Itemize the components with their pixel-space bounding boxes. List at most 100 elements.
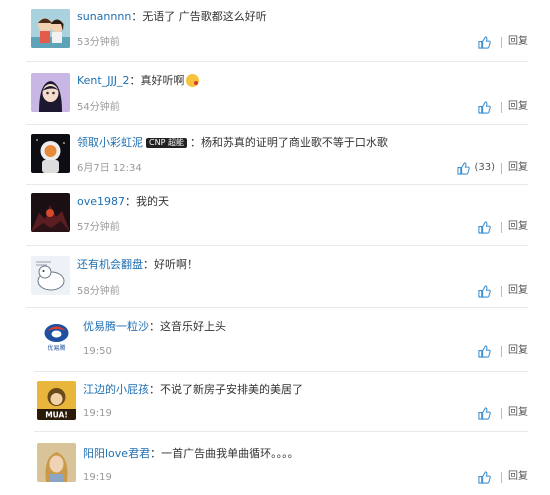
comment-line: 江边的小屁孩：不说了新房子安排美的美居了 (83, 383, 303, 397)
anime-girl-avatar-icon (31, 73, 70, 112)
cartoon-couple-avatar-icon (31, 9, 70, 48)
username-link[interactable]: 还有机会翻盘 (77, 258, 143, 271)
reply-button[interactable]: 回复 (508, 471, 528, 482)
action-divider (501, 345, 502, 357)
avatar[interactable] (31, 73, 70, 112)
comment-text: 这音乐好上头 (160, 320, 226, 333)
username-link[interactable]: 领取小彩虹泥 (77, 136, 143, 149)
like-icon[interactable] (478, 35, 491, 49)
dark-fantasy-avatar-icon (31, 193, 70, 232)
comment-divider (26, 124, 528, 125)
like-icon[interactable] (478, 220, 491, 234)
cartoon-drawing-avatar-icon (31, 256, 70, 295)
comment-divider (26, 307, 528, 308)
comment-divider (26, 61, 528, 62)
comment-time: 54分钟前 (77, 102, 120, 113)
comment-divider (26, 184, 528, 185)
separator: ： (149, 383, 160, 396)
comment-line: 领取小彩虹泥 CNP 超能 ：杨和苏真的证明了商业歌不等于口水歌 (77, 136, 388, 150)
comment-divider (34, 371, 528, 372)
comment-actions: (33) 回复 (457, 161, 528, 176)
comment-actions: 回复 (478, 220, 528, 235)
comment-time: 58分钟前 (77, 286, 120, 297)
comment-time: 19:19 (83, 408, 112, 419)
comment-line: 还有机会翻盘：好听啊！ (77, 258, 198, 272)
comment-text: 一首广告曲我单曲循环。。。。 (161, 447, 299, 460)
comment-divider (26, 245, 528, 246)
comment-time: 53分钟前 (77, 37, 120, 48)
avatar-caption: 优易腾 (47, 344, 65, 352)
like-count: (33) (474, 162, 495, 173)
comment-text: 杨和苏真的证明了商业歌不等于口水歌 (200, 136, 388, 149)
comment-text: 好听啊！ (154, 258, 198, 271)
action-divider (501, 36, 502, 48)
separator: ： (143, 258, 154, 271)
separator: ： (131, 10, 143, 23)
comment-actions: 回复 (478, 100, 528, 115)
like-icon[interactable] (478, 284, 491, 298)
separator: ： (189, 136, 201, 149)
girl-portrait-avatar-icon (37, 443, 76, 482)
reply-button[interactable]: 回复 (508, 407, 528, 418)
action-divider (501, 162, 502, 174)
avatar-caption: MUA! (45, 411, 68, 420)
comment-divider (34, 431, 528, 432)
comment-text: 不说了新房子安排美的美居了 (160, 383, 303, 396)
action-divider (501, 101, 502, 113)
comment-text: 我的天 (136, 195, 170, 208)
avatar[interactable] (31, 256, 70, 295)
reply-button[interactable]: 回复 (508, 36, 528, 47)
avatar[interactable] (31, 134, 70, 173)
comment-actions: 回复 (478, 406, 528, 421)
astronaut-avatar-icon (31, 134, 70, 173)
action-divider (501, 407, 502, 419)
like-icon[interactable] (478, 470, 491, 484)
action-divider (501, 285, 502, 297)
avatar[interactable] (31, 193, 70, 232)
comment-actions: 回复 (478, 344, 528, 359)
username-link[interactable]: 优易腾一粒沙 (83, 320, 149, 333)
username-link[interactable]: sunannnn (77, 10, 131, 23)
username-link[interactable]: 阳阳love君君 (83, 447, 150, 460)
comment-line: 阳阳love君君：一首广告曲我单曲循环。。。。 (83, 447, 299, 461)
separator: ： (125, 195, 137, 208)
reply-button[interactable]: 回复 (508, 101, 528, 112)
username-link[interactable]: Kent_JJJ_2 (77, 74, 129, 87)
separator: ： (129, 74, 141, 87)
comment-line: ove1987：我的天 (77, 195, 169, 209)
reply-button[interactable]: 回复 (508, 285, 528, 296)
reply-button[interactable]: 回复 (508, 162, 528, 173)
comment-time: 19:50 (83, 346, 112, 357)
separator: ： (149, 320, 160, 333)
avatar[interactable] (37, 443, 76, 482)
avatar[interactable]: MUA! (37, 381, 76, 420)
comment-text: 无语了 广告歌都这么好听 (142, 10, 267, 23)
comment-text: 真好听啊 (140, 74, 185, 87)
reply-button[interactable]: 回复 (508, 221, 528, 232)
comment-actions: 回复 (478, 284, 528, 299)
comment-line: sunannnn：无语了 广告歌都这么好听 (77, 10, 267, 24)
kiss-mua-avatar-icon: MUA! (37, 381, 76, 420)
like-icon[interactable] (457, 161, 471, 175)
avatar[interactable] (31, 9, 70, 48)
action-divider (501, 471, 502, 483)
username-link[interactable]: 江边的小屁孩 (83, 383, 149, 396)
comment-line: Kent_JJJ_2：真好听啊 (77, 74, 200, 88)
company-logo-avatar-icon: 优易腾 (37, 318, 76, 357)
separator: ： (150, 447, 162, 460)
username-link[interactable]: ove1987 (77, 195, 125, 208)
member-badge: CNP 超能 (146, 138, 187, 148)
comment-actions: 回复 (478, 470, 528, 485)
comment-time: 57分钟前 (77, 222, 120, 233)
avatar[interactable]: 优易腾 (37, 318, 76, 357)
comment-line: 优易腾一粒沙：这音乐好上头 (83, 320, 226, 334)
comment-actions: 回复 (478, 35, 528, 50)
like-icon[interactable] (478, 100, 491, 114)
kiss-emoji-icon (186, 74, 200, 87)
reply-button[interactable]: 回复 (508, 345, 528, 356)
comment-time: 6月7日 12:34 (77, 163, 142, 174)
comment-time: 19:19 (83, 472, 112, 483)
like-icon[interactable] (478, 406, 491, 420)
action-divider (501, 221, 502, 233)
like-icon[interactable] (478, 344, 491, 358)
